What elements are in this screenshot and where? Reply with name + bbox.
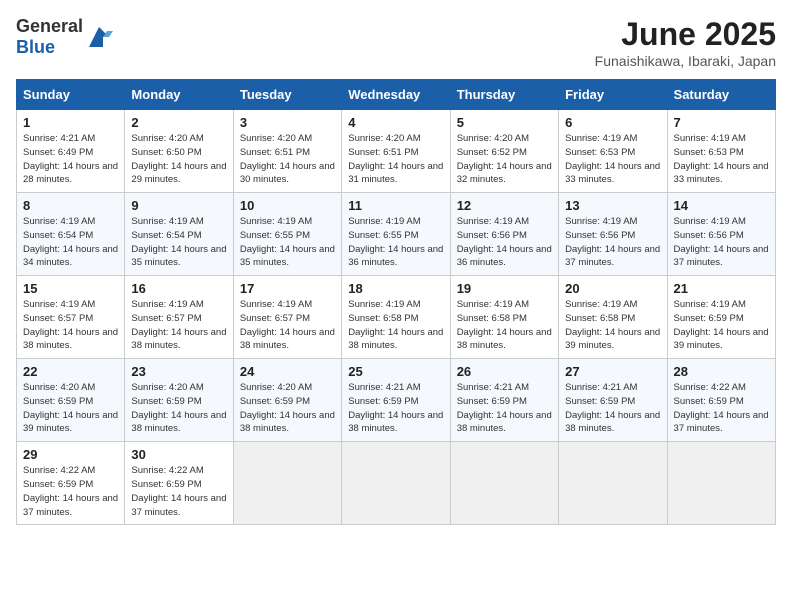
day-8: 8 Sunrise: 4:19 AMSunset: 6:54 PMDayligh… xyxy=(17,193,125,276)
empty-cell-3 xyxy=(450,442,558,525)
day-11: 11 Sunrise: 4:19 AMSunset: 6:55 PMDaylig… xyxy=(342,193,450,276)
calendar-week-4: 22 Sunrise: 4:20 AMSunset: 6:59 PMDaylig… xyxy=(17,359,776,442)
empty-cell-4 xyxy=(559,442,667,525)
title-block: June 2025 Funaishikawa, Ibaraki, Japan xyxy=(595,16,776,69)
calendar-week-5: 29 Sunrise: 4:22 AMSunset: 6:59 PMDaylig… xyxy=(17,442,776,525)
day-10: 10 Sunrise: 4:19 AMSunset: 6:55 PMDaylig… xyxy=(233,193,341,276)
col-wednesday: Wednesday xyxy=(342,80,450,110)
logo-blue: Blue xyxy=(16,37,55,57)
calendar-week-2: 8 Sunrise: 4:19 AMSunset: 6:54 PMDayligh… xyxy=(17,193,776,276)
day-23: 23 Sunrise: 4:20 AMSunset: 6:59 PMDaylig… xyxy=(125,359,233,442)
empty-cell-2 xyxy=(342,442,450,525)
day-5: 5 Sunrise: 4:20 AMSunset: 6:52 PMDayligh… xyxy=(450,110,558,193)
day-28: 28 Sunrise: 4:22 AMSunset: 6:59 PMDaylig… xyxy=(667,359,775,442)
col-friday: Friday xyxy=(559,80,667,110)
location: Funaishikawa, Ibaraki, Japan xyxy=(595,53,776,69)
day-20: 20 Sunrise: 4:19 AMSunset: 6:58 PMDaylig… xyxy=(559,276,667,359)
day-9: 9 Sunrise: 4:19 AMSunset: 6:54 PMDayligh… xyxy=(125,193,233,276)
col-sunday: Sunday xyxy=(17,80,125,110)
day-25: 25 Sunrise: 4:21 AMSunset: 6:59 PMDaylig… xyxy=(342,359,450,442)
col-thursday: Thursday xyxy=(450,80,558,110)
calendar-week-3: 15 Sunrise: 4:19 AMSunset: 6:57 PMDaylig… xyxy=(17,276,776,359)
day-2: 2 Sunrise: 4:20 AMSunset: 6:50 PMDayligh… xyxy=(125,110,233,193)
day-26: 26 Sunrise: 4:21 AMSunset: 6:59 PMDaylig… xyxy=(450,359,558,442)
day-18: 18 Sunrise: 4:19 AMSunset: 6:58 PMDaylig… xyxy=(342,276,450,359)
day-4: 4 Sunrise: 4:20 AMSunset: 6:51 PMDayligh… xyxy=(342,110,450,193)
day-14: 14 Sunrise: 4:19 AMSunset: 6:56 PMDaylig… xyxy=(667,193,775,276)
day-24: 24 Sunrise: 4:20 AMSunset: 6:59 PMDaylig… xyxy=(233,359,341,442)
day-19: 19 Sunrise: 4:19 AMSunset: 6:58 PMDaylig… xyxy=(450,276,558,359)
month-title: June 2025 xyxy=(595,16,776,53)
day-22: 22 Sunrise: 4:20 AMSunset: 6:59 PMDaylig… xyxy=(17,359,125,442)
day-30: 30 Sunrise: 4:22 AMSunset: 6:59 PMDaylig… xyxy=(125,442,233,525)
logo-icon xyxy=(85,23,113,51)
day-1: 1 Sunrise: 4:21 AMSunset: 6:49 PMDayligh… xyxy=(17,110,125,193)
day-12: 12 Sunrise: 4:19 AMSunset: 6:56 PMDaylig… xyxy=(450,193,558,276)
calendar-week-1: 1 Sunrise: 4:21 AMSunset: 6:49 PMDayligh… xyxy=(17,110,776,193)
col-saturday: Saturday xyxy=(667,80,775,110)
logo: General Blue xyxy=(16,16,113,58)
calendar-header-row: Sunday Monday Tuesday Wednesday Thursday… xyxy=(17,80,776,110)
day-16: 16 Sunrise: 4:19 AMSunset: 6:57 PMDaylig… xyxy=(125,276,233,359)
day-21: 21 Sunrise: 4:19 AMSunset: 6:59 PMDaylig… xyxy=(667,276,775,359)
day-29: 29 Sunrise: 4:22 AMSunset: 6:59 PMDaylig… xyxy=(17,442,125,525)
day-7: 7 Sunrise: 4:19 AMSunset: 6:53 PMDayligh… xyxy=(667,110,775,193)
calendar-table: Sunday Monday Tuesday Wednesday Thursday… xyxy=(16,79,776,525)
empty-cell-1 xyxy=(233,442,341,525)
day-13: 13 Sunrise: 4:19 AMSunset: 6:56 PMDaylig… xyxy=(559,193,667,276)
day-3: 3 Sunrise: 4:20 AMSunset: 6:51 PMDayligh… xyxy=(233,110,341,193)
day-6: 6 Sunrise: 4:19 AMSunset: 6:53 PMDayligh… xyxy=(559,110,667,193)
col-monday: Monday xyxy=(125,80,233,110)
logo-general: General xyxy=(16,16,83,36)
day-17: 17 Sunrise: 4:19 AMSunset: 6:57 PMDaylig… xyxy=(233,276,341,359)
day-15: 15 Sunrise: 4:19 AMSunset: 6:57 PMDaylig… xyxy=(17,276,125,359)
col-tuesday: Tuesday xyxy=(233,80,341,110)
day-27: 27 Sunrise: 4:21 AMSunset: 6:59 PMDaylig… xyxy=(559,359,667,442)
empty-cell-5 xyxy=(667,442,775,525)
page-header: General Blue June 2025 Funaishikawa, Iba… xyxy=(16,16,776,69)
